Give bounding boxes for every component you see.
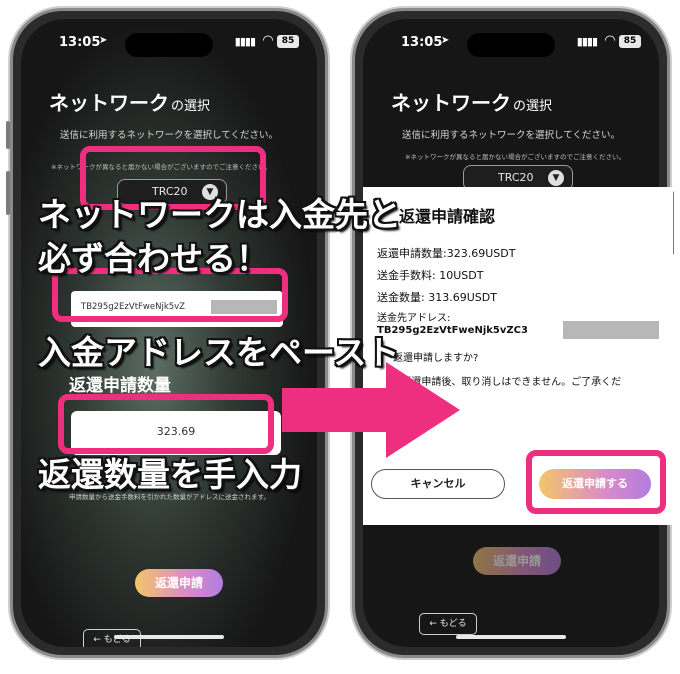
- chevron-down-icon: ▼: [548, 170, 564, 186]
- arrow-right-icon: [282, 362, 460, 458]
- wifi-icon: ◠: [263, 33, 273, 48]
- side-button: [6, 121, 10, 149]
- dialog-address-label: 送金先アドレス:: [377, 313, 451, 324]
- status-bar: 13:05 ➤ ▮▮▮▮ ◠ 85: [21, 33, 317, 57]
- right-phone: 13:05 ➤ ▮▮▮▮ ◠ 85 ネットワーク の選択 送信に利用するネットワー…: [352, 8, 674, 658]
- dynamic-island: [125, 33, 213, 57]
- dialog-send-amount: 送金数量: 313.69USDT: [377, 291, 497, 304]
- signal-icon: ▮▮▮▮: [576, 35, 598, 48]
- network-value: TRC20: [498, 171, 534, 184]
- arrow-left-icon: ←: [429, 619, 437, 629]
- dialog-amount: 返還申請数量:323.69USDT: [377, 247, 516, 260]
- location-arrow-icon: ➤: [99, 35, 108, 46]
- dynamic-island: [467, 33, 555, 57]
- page-title: ネットワーク の選択: [49, 91, 211, 115]
- submit-button[interactable]: 返還申請: [473, 547, 561, 575]
- dialog-title: 返還申請確認: [399, 207, 496, 226]
- status-time: 13:05: [59, 35, 101, 50]
- battery-icon: 85: [619, 35, 641, 48]
- location-arrow-icon: ➤: [441, 35, 450, 46]
- dialog-address: TB295g2EzVtFweNjk5vZC3: [377, 325, 528, 336]
- confirm-highlight: [526, 450, 666, 514]
- page-subtitle: 送信に利用するネットワークを選択してください。: [402, 130, 620, 141]
- home-indicator: [114, 635, 224, 639]
- arrow-left-icon: ←: [93, 635, 101, 645]
- dialog-fee: 送金手数料: 10USDT: [377, 269, 484, 282]
- signal-icon: ▮▮▮▮: [234, 35, 256, 48]
- status-bar: 13:05 ➤ ▮▮▮▮ ◠ 85: [363, 33, 659, 57]
- back-label: もどる: [439, 619, 467, 629]
- network-note: ※ネットワークが異なると届かない場合がございますのでご注意ください。: [405, 153, 625, 161]
- wifi-icon: ◠: [605, 33, 615, 48]
- page-title: ネットワーク の選択: [391, 91, 553, 115]
- home-indicator: [456, 635, 566, 639]
- caption-match: 必ず合わせる！: [38, 239, 269, 278]
- battery-icon: 85: [277, 35, 299, 48]
- amount-highlight: [58, 394, 274, 454]
- cancel-button[interactable]: キャンセル: [371, 469, 505, 499]
- address-redaction: [563, 321, 659, 339]
- submit-button[interactable]: 返還申請: [135, 569, 223, 597]
- side-button: [6, 171, 10, 215]
- back-button[interactable]: ← もどる: [419, 613, 477, 635]
- amount-label: 返還申請数量: [69, 376, 171, 396]
- caption-network: ネットワークは入金先と: [38, 195, 401, 234]
- caption-amount: 返還数量を手入力: [38, 455, 302, 494]
- page-subtitle: 送信に利用するネットワークを選択してください。: [60, 130, 278, 141]
- status-time: 13:05: [401, 35, 443, 50]
- caption-address: 入金アドレスをペースト: [38, 333, 400, 372]
